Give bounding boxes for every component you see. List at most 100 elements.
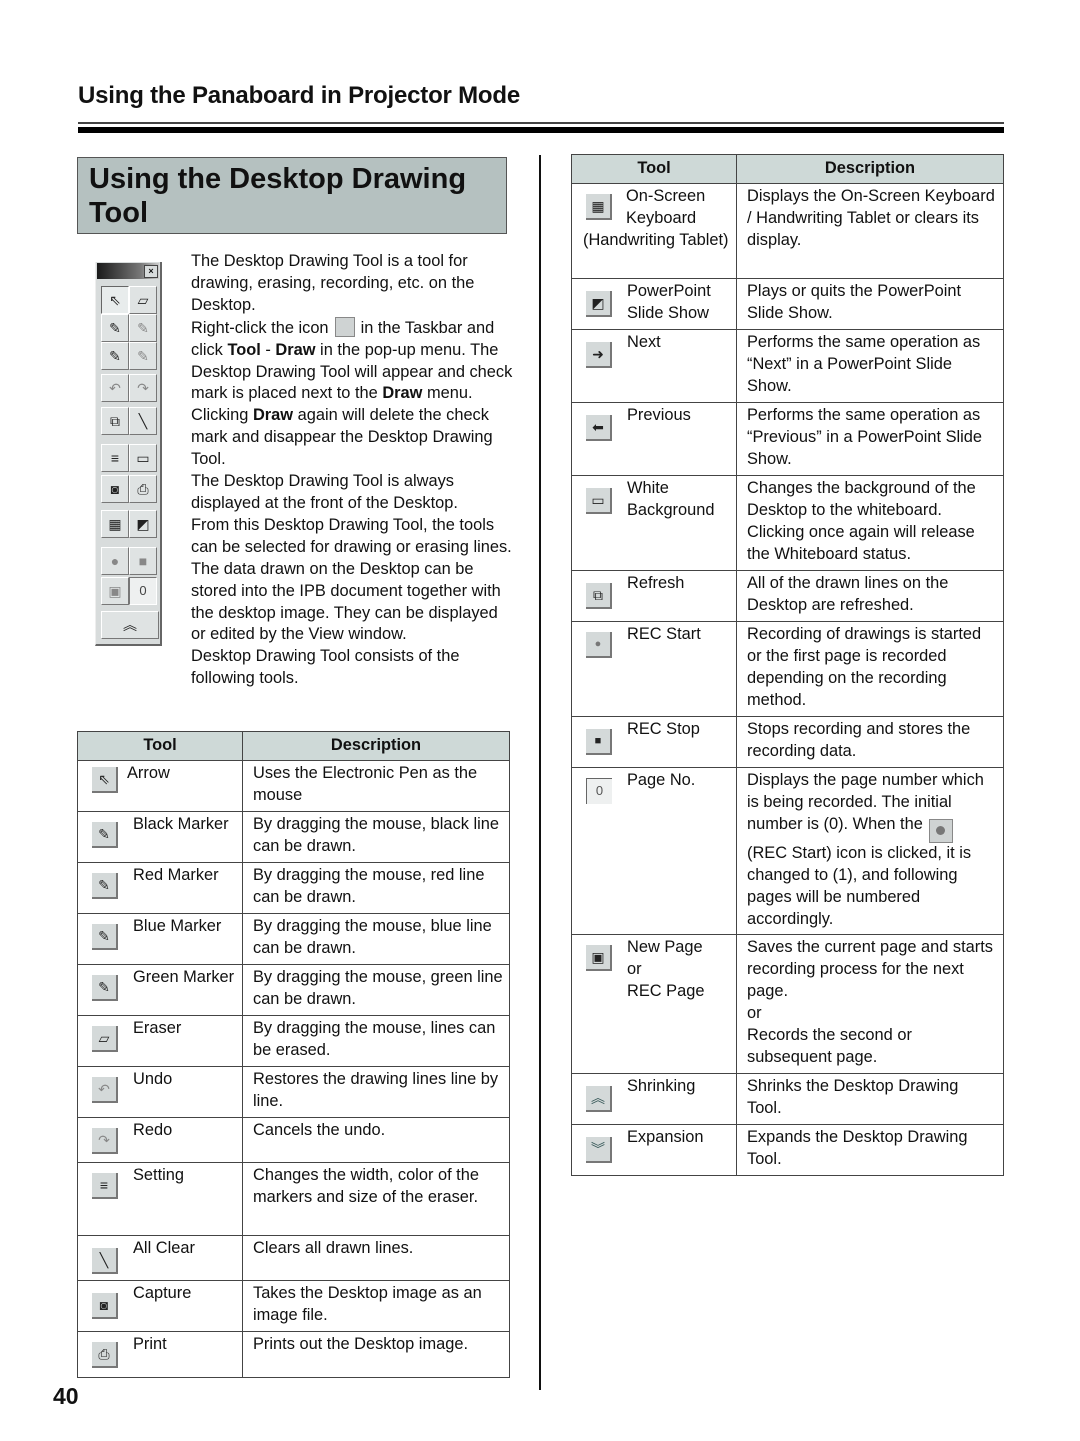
tool-description: Plays or quits the PowerPoint Slide Show… [747,282,962,322]
table-row: ◩ PowerPoint Slide Show Plays or quits th… [571,278,1004,330]
tool-cell: ● REC Start [571,621,737,717]
rec-stop-icon: ■ [586,729,612,755]
shrink-icon: ︽ [586,1085,612,1112]
table-row: ✎ Blue Marker By dragging the mouse, blue… [77,913,510,965]
text-run: (REC Start) icon is clicked, it is chang… [747,843,972,928]
description-cell: By dragging the mouse, blue line can be … [242,913,510,965]
description-cell: Plays or quits the PowerPoint Slide Show… [736,278,1004,330]
tool-description: Stops recording and stores the recording… [747,720,971,760]
text-run: Right-click the icon [191,318,329,337]
description-cell: Displays the page number which is being … [736,766,1004,936]
rec-start-icon: ● [586,632,612,658]
slide-show-icon: ◩ [586,291,612,317]
column-header-tool: Tool [571,154,737,184]
tool-description: Expands the Desktop Drawing Tool. [747,1127,968,1168]
tool-name-line: On-Screen [626,187,706,205]
description-cell: Changes the background of the Desktop to… [736,475,1004,571]
tool-cell: ▦ On-Screen Keyboard (Handwriting Tablet) [571,183,737,279]
table-row: ✎ Red Marker By dragging the mouse, red l… [77,862,510,914]
keyboard-icon: ▦ [586,194,612,220]
intro-paragraph: The Desktop Drawing Tool is always displ… [191,472,458,512]
menu-term-tool: Tool [227,340,261,359]
description-cell: Restores the drawing lines line by line. [242,1066,510,1118]
tool-description: Prints out the Desktop image. [253,1335,469,1353]
table-row: ▱ Eraser By dragging the mouse, lines can… [77,1015,510,1067]
tool-cell: ╲ All Clear [77,1235,243,1281]
header-rule-thin [78,122,1004,124]
blue-marker-icon: ✎ [92,924,118,950]
page-number-icon: 0 [586,778,612,804]
column-header-tool: Tool [77,731,243,761]
tool-cell: ▣ New Page or REC Page [571,934,737,1074]
column-header-description: Description [736,154,1004,184]
menu-term-draw: Draw [382,384,423,403]
description-cell: Uses the Electronic Pen as the mouse [242,760,510,812]
green-marker-icon[interactable]: ✎ [129,342,157,370]
text-run: Records the second or subsequent page. [747,1026,912,1066]
tool-description: Clears all drawn lines. [253,1239,414,1257]
table-row: ■ REC Stop Stops recording and stores the… [571,716,1004,768]
setting-icon[interactable]: ≡ [101,444,129,472]
taskbar-panaboard-icon [334,316,355,337]
slide-show-icon[interactable]: ◩ [129,510,157,538]
refresh-icon: ⧉ [586,583,612,609]
print-icon[interactable]: ⎙ [129,475,157,503]
page-heading: Using the Desktop Drawing Tool [89,163,467,229]
undo-icon[interactable]: ↶ [101,374,129,402]
text-run: Saves the current page and starts record… [747,938,994,1001]
table-row: ● REC Start Recording of drawings is star… [571,621,1004,717]
arrow-icon[interactable]: ⇖ [101,286,129,314]
description-cell: Saves the current page and starts record… [736,934,1004,1074]
capture-icon[interactable]: ◙ [101,475,129,503]
white-background-icon[interactable]: ▭ [129,444,157,472]
rec-start-icon[interactable]: ● [101,547,129,575]
red-marker-icon[interactable]: ✎ [129,314,157,342]
eraser-icon: ▱ [92,1026,118,1052]
tool-cell: ✎ Black Marker [77,811,243,863]
table-row: ︽ Shrinking Shrinks the Desktop Drawing T… [571,1072,1004,1125]
text-run: or [747,1004,762,1023]
close-icon[interactable]: × [144,265,158,278]
all-clear-icon[interactable]: ╲ [129,407,157,435]
tool-name-line: New Page [627,938,703,957]
column-header-description: Description [242,731,510,761]
table-row: ≡ Setting Changes the width, color of the… [77,1162,510,1236]
keyboard-icon[interactable]: ▦ [101,510,129,538]
tool-cell: ■ REC Stop [571,716,737,768]
description-cell: Stops recording and stores the recording… [736,716,1004,768]
tool-cell: ⎙ Print [77,1331,243,1378]
description-cell: Takes the Desktop image as an image file… [242,1280,510,1332]
tool-cell: ⧉ Refresh [571,570,737,622]
redo-icon[interactable]: ↷ [129,374,157,402]
blue-marker-icon[interactable]: ✎ [101,342,129,370]
intro-paragraph: The Desktop Drawing Tool is a tool for d… [191,252,475,314]
tool-cell: ↶ Undo [77,1066,243,1118]
table-row: ⇖ Arrow Uses the Electronic Pen as the mo… [77,760,510,812]
tool-description: By dragging the mouse, lines can be eras… [253,1019,496,1059]
tool-cell: ✎ Blue Marker [77,913,243,965]
section-title: Using the Panaboard in Projector Mode [78,82,520,109]
tool-description: By dragging the mouse, green line can be… [253,968,503,1008]
tool-description: Cancels the undo. [253,1121,386,1139]
new-page-icon[interactable]: ▣ [101,577,129,605]
description-cell: All of the drawn lines on the Desktop ar… [736,570,1004,622]
menu-term-draw: Draw [275,340,316,359]
heading-box: Using the Desktop Drawing Tool [77,157,507,234]
intro-text: The Desktop Drawing Tool is a tool for d… [191,251,516,690]
refresh-icon[interactable]: ⧉ [101,407,129,435]
tool-description: Uses the Electronic Pen as the mouse [253,764,478,804]
next-icon: ➜ [586,342,612,368]
print-icon: ⎙ [92,1342,118,1368]
rec-stop-icon[interactable]: ■ [129,547,157,575]
table-row: ⧉ Refresh All of the drawn lines on the D… [571,570,1004,622]
table-row: ➜ Next Performs the same operation as “Ne… [571,329,1004,403]
table-row: ✎ Black Marker By dragging the mouse, bla… [77,811,510,863]
table-row: ◙ Capture Takes the Desktop image as an i… [77,1280,510,1332]
shrink-icon[interactable]: ︽ [101,611,159,639]
description-cell: Shrinks the Desktop Drawing Tool. [736,1072,1004,1125]
table-row: ▭ White Background Changes the background… [571,475,1004,571]
black-marker-icon[interactable]: ✎ [101,314,129,342]
description-cell: By dragging the mouse, red line can be d… [242,862,510,914]
description-cell: Performs the same operation as “Previous… [736,402,1004,476]
eraser-icon[interactable]: ▱ [129,286,157,314]
